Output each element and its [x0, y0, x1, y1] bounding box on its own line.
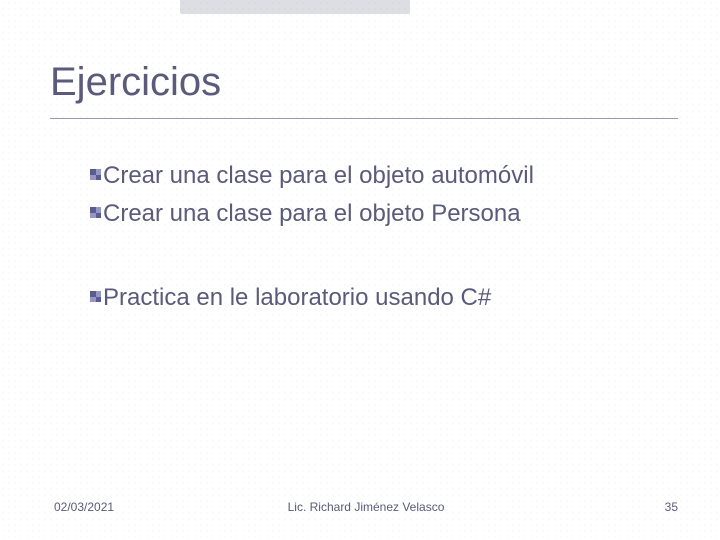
title-underline — [50, 118, 678, 119]
slide: Ejercicios Crear una clase para el objet… — [0, 0, 720, 540]
list-item: Crear una clase para el objeto automóvil — [90, 160, 680, 192]
bullet-text: Crear una clase para el objeto Persona — [103, 198, 521, 230]
diamond-bullet-icon — [90, 291, 101, 302]
diamond-bullet-icon — [90, 169, 101, 180]
footer-author: Lic. Richard Jiménez Velasco — [54, 500, 678, 514]
list-item: Practica en le laboratorio usando C# — [90, 282, 680, 314]
list-item: Crear una clase para el objeto Persona — [90, 198, 680, 230]
bullet-text: Practica en le laboratorio usando C# — [103, 282, 491, 314]
spacer — [90, 236, 680, 282]
diamond-bullet-icon — [90, 207, 101, 218]
slide-title: Ejercicios — [50, 60, 670, 105]
footer: 02/03/2021 Lic. Richard Jiménez Velasco … — [54, 500, 678, 514]
decorative-top-bar — [180, 0, 410, 14]
footer-page: 35 — [665, 500, 678, 514]
bullet-text: Crear una clase para el objeto automóvil — [103, 160, 534, 192]
slide-body: Crear una clase para el objeto automóvil… — [90, 160, 680, 320]
footer-date: 02/03/2021 — [54, 500, 114, 514]
